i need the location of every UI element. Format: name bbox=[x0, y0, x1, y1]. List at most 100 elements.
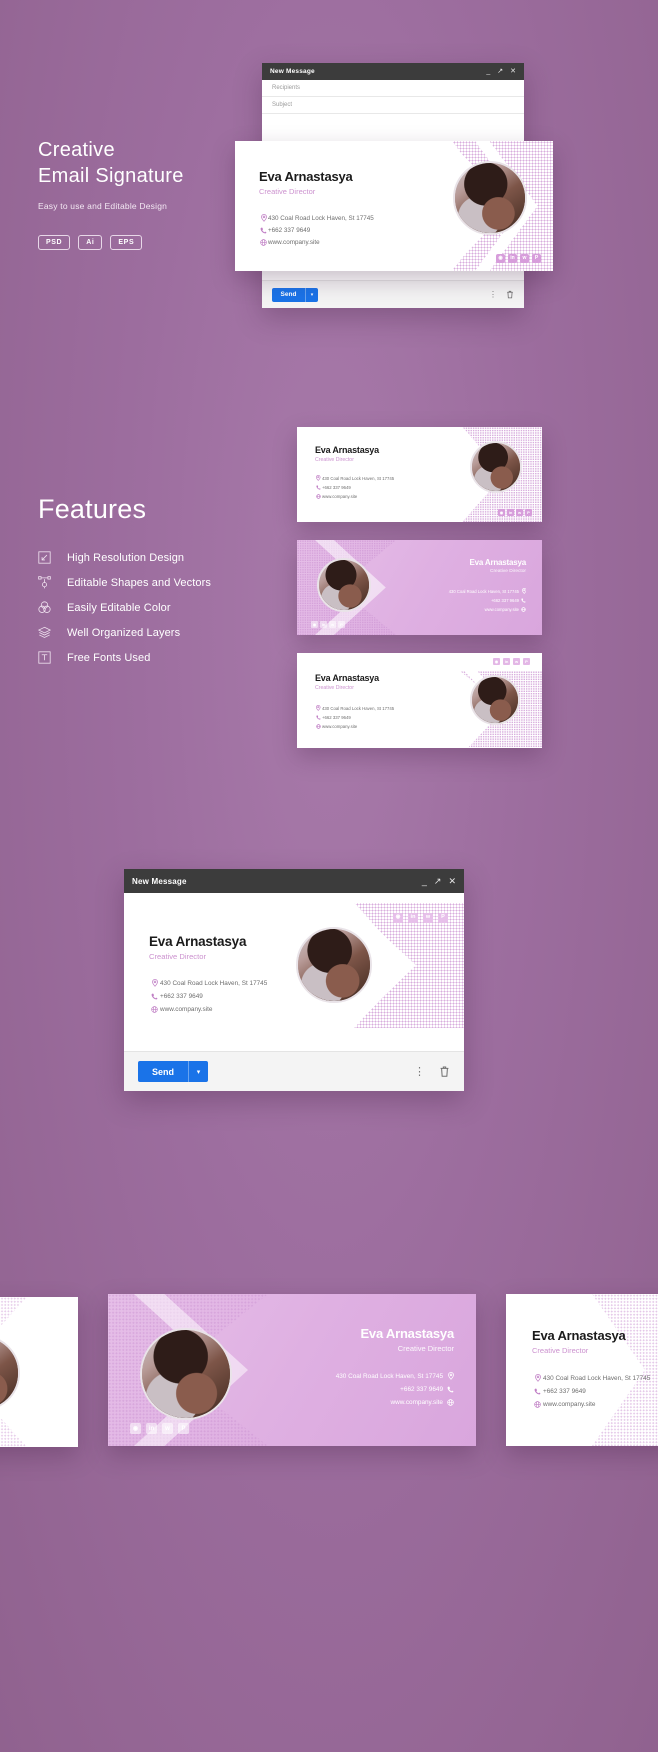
send-options-caret-icon[interactable]: ▾ bbox=[188, 1061, 208, 1082]
more-options-icon[interactable]: ⋮ bbox=[489, 290, 497, 299]
social-instagram-icon[interactable]: ◉ bbox=[311, 621, 318, 628]
feature-item-free-fonts: Free Fonts Used bbox=[38, 651, 298, 664]
signature-phone: +662 337 9649 bbox=[490, 598, 519, 603]
social-twitter-icon[interactable]: w bbox=[329, 621, 336, 628]
location-pin-icon bbox=[315, 705, 322, 711]
social-links: ◉ in w P bbox=[493, 658, 530, 665]
social-linkedin-icon[interactable]: in bbox=[408, 913, 418, 923]
discard-trash-icon[interactable] bbox=[439, 1065, 450, 1078]
more-options-icon[interactable]: ⋮ bbox=[414, 1065, 425, 1078]
signature-website: www.company.site bbox=[160, 1006, 213, 1013]
send-button[interactable]: Send ▾ bbox=[138, 1061, 208, 1082]
minimize-icon[interactable]: _ bbox=[486, 68, 490, 75]
social-linkedin-icon[interactable]: in bbox=[508, 254, 517, 263]
social-linkedin-icon[interactable]: in bbox=[503, 658, 510, 665]
signature-website-row: www.company.site bbox=[315, 494, 394, 499]
social-instagram-icon[interactable]: ◉ bbox=[493, 658, 500, 665]
social-instagram-icon[interactable]: ◉ bbox=[496, 254, 505, 263]
halftone-pattern bbox=[592, 1294, 658, 1446]
send-button[interactable]: Send ▾ bbox=[272, 287, 318, 302]
feature-label: High Resolution Design bbox=[67, 551, 185, 564]
social-linkedin-icon[interactable]: in bbox=[320, 621, 327, 628]
badge-eps: EPS bbox=[110, 235, 143, 251]
social-pinterest-icon[interactable]: P bbox=[338, 621, 345, 628]
send-button-label: Send bbox=[138, 1061, 188, 1082]
signature-address: 430 Coal Road Lock Haven, St 17745 bbox=[322, 705, 395, 711]
location-pin-icon bbox=[315, 475, 322, 481]
signature-address: 430 Coal Road Lock Haven, St 17745 bbox=[268, 214, 374, 222]
signature-website: www.company.site bbox=[322, 724, 358, 729]
signature-phone-row: +662 337 9649 bbox=[449, 598, 526, 603]
social-pinterest-icon[interactable]: P bbox=[532, 254, 541, 263]
signature-name: Eva Arnastasya bbox=[469, 558, 527, 567]
signature-phone: +662 337 9649 bbox=[160, 993, 203, 1000]
globe-icon bbox=[315, 494, 322, 499]
signature-address: 430 Coal Road Lock Haven, St 17745 bbox=[160, 979, 268, 987]
layers-icon bbox=[38, 626, 51, 639]
close-icon[interactable]: ✕ bbox=[448, 876, 456, 886]
social-pinterest-icon[interactable]: P bbox=[438, 913, 448, 923]
expand-icon[interactable]: ↗ bbox=[497, 68, 503, 75]
globe-icon bbox=[443, 1399, 454, 1406]
send-button-label: Send bbox=[272, 287, 305, 302]
feature-label: Well Organized Layers bbox=[67, 626, 181, 639]
avatar bbox=[296, 927, 372, 1003]
phone-icon bbox=[315, 485, 322, 490]
variant-card-1: Eva Arnastasya Creative Director 430 Coa… bbox=[297, 427, 542, 522]
social-pinterest-icon[interactable]: P bbox=[523, 658, 530, 665]
avatar-photo bbox=[0, 1337, 18, 1409]
send-options-caret-icon[interactable]: ▾ bbox=[305, 287, 318, 302]
signature-phone: +662 337 9649 bbox=[322, 485, 351, 490]
recipients-field[interactable]: Recipients bbox=[262, 80, 524, 97]
signature-address: 430 Coal Road Lock Haven, St 17745 bbox=[322, 475, 395, 481]
social-instagram-icon[interactable]: ◉ bbox=[130, 1423, 141, 1434]
signature-contact-list: 430 Coal Road Lock Haven, St 17745 +662 … bbox=[149, 979, 267, 1013]
avatar bbox=[453, 161, 527, 235]
social-twitter-icon[interactable]: w bbox=[520, 254, 529, 263]
mockup-stage: Creative Email Signature Easy to use and… bbox=[0, 0, 658, 1752]
location-pin-icon bbox=[259, 214, 268, 222]
signature-address-row: 430 Coal Road Lock Haven, St 17745 bbox=[532, 1374, 650, 1382]
social-instagram-icon[interactable]: ◉ bbox=[393, 913, 403, 923]
avatar bbox=[317, 558, 371, 612]
mail-footer: Send ▾ ⋮ bbox=[262, 280, 524, 308]
signature-role: Creative Director bbox=[315, 457, 354, 463]
signature-card-bottom: Eva Arnastasya Creative Director 430 Coa… bbox=[124, 903, 464, 1028]
signature-name: Eva Arnastasya bbox=[149, 934, 247, 949]
signature-website: www.company.site bbox=[484, 607, 519, 612]
minimize-icon[interactable]: _ bbox=[422, 876, 427, 886]
social-twitter-icon[interactable]: w bbox=[423, 913, 433, 923]
close-icon[interactable]: ✕ bbox=[510, 68, 516, 75]
social-pinterest-icon[interactable]: P bbox=[178, 1423, 189, 1434]
signature-address: 430 Coal Road Lock Haven, St 17745 bbox=[335, 1372, 443, 1380]
phone-icon bbox=[532, 1388, 543, 1395]
feature-item-high-resolution: High Resolution Design bbox=[38, 551, 298, 564]
subject-field[interactable]: Subject bbox=[262, 97, 524, 114]
globe-icon bbox=[315, 724, 322, 729]
mail-window-title: New Message bbox=[270, 68, 315, 75]
social-twitter-icon[interactable]: w bbox=[513, 658, 520, 665]
signature-website-row: www.company.site bbox=[259, 239, 374, 246]
feature-label: Free Fonts Used bbox=[67, 651, 151, 664]
discard-trash-icon[interactable] bbox=[506, 290, 514, 299]
social-linkedin-icon[interactable]: in bbox=[507, 509, 514, 516]
signature-role: Creative Director bbox=[490, 569, 526, 574]
phone-icon bbox=[315, 715, 322, 720]
mail-footer-actions: ⋮ bbox=[489, 290, 514, 299]
social-linkedin-icon[interactable]: in bbox=[146, 1423, 157, 1434]
globe-icon bbox=[259, 239, 268, 246]
social-twitter-icon[interactable]: w bbox=[516, 509, 523, 516]
avatar bbox=[140, 1328, 232, 1420]
avatar-photo bbox=[472, 443, 520, 491]
signature-website-row: www.company.site bbox=[336, 1399, 454, 1406]
signature-website-row: www.company.site bbox=[149, 1006, 267, 1013]
social-instagram-icon[interactable]: ◉ bbox=[498, 509, 505, 516]
avatar-photo bbox=[142, 1330, 230, 1418]
signature-website-row: www.company.site bbox=[449, 607, 526, 612]
social-pinterest-icon[interactable]: P bbox=[525, 509, 532, 516]
signature-card-hero: Eva Arnastasya Creative Director 430 Coa… bbox=[235, 141, 553, 271]
social-twitter-icon[interactable]: w bbox=[162, 1423, 173, 1434]
expand-icon[interactable]: ↗ bbox=[434, 876, 442, 886]
mail-titlebar: New Message _ ↗ ✕ bbox=[262, 63, 524, 80]
social-links: ◉ in w P bbox=[130, 1423, 189, 1434]
